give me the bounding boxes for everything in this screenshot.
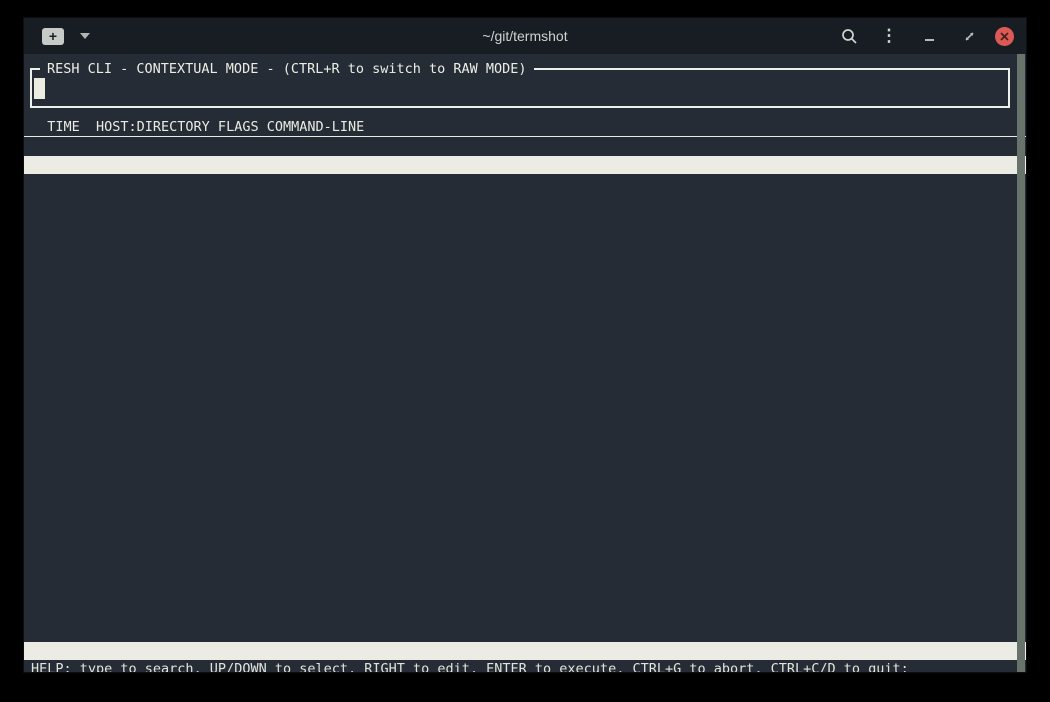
minimize-button[interactable] (909, 18, 949, 54)
history-row[interactable]: 3 days~/git/termshotGrm xterm-mockup-bw-… (24, 246, 1026, 264)
history-row[interactable]: 7 days~/git/termshotGclear (24, 480, 1026, 498)
history-row[interactable]: 3 days~/git/termshotGmv ~/xterm.2020.05.… (24, 264, 1026, 282)
history-row[interactable]: 3 days~/git/termshotGmv ~/xterm.2020.05.… (24, 318, 1026, 336)
history-row[interactable]: 3 days~/git/termshotGmv ~/xterm.2020.05.… (24, 444, 1026, 462)
history-row[interactable]: 3 days~/git/termshotGmv ~/xterm.2020.05.… (24, 300, 1026, 318)
close-icon (1000, 32, 1009, 41)
status-bar: 2020-05-08 00:34:56tower:~/git/termshotf… (24, 642, 1026, 660)
new-tab-button[interactable]: + (42, 28, 64, 45)
text-cursor (34, 78, 45, 99)
history-row[interactable]: 3 days~/git/termshotGcd (24, 138, 1026, 156)
history-row[interactable]: 3 days~/git/termshotGrm xterm-mockup-bw-… (24, 390, 1026, 408)
search-icon (841, 28, 858, 45)
history-row[interactable]: 3 days~/git/termshotGls (24, 228, 1026, 246)
history-row[interactable]: 3 days~/git/termshotGmv ~/xterm.2020.05.… (24, 354, 1026, 372)
restore-button[interactable] (949, 18, 989, 54)
history-list: 3 days~/git/termshotGcd 3 days~/git/term… (24, 138, 1026, 642)
resh-mode-title: RESH CLI - CONTEXTUAL MODE - (CTRL+R to … (40, 61, 534, 78)
history-row[interactable]: 7 days~/git/termshotGmv ~/xterm.2020.05.… (24, 588, 1026, 606)
history-row[interactable]: 3 days~/git/termshotGinkscape xterm-wire… (24, 282, 1026, 300)
help-line: HELP: type to search, UP/DOWN to select,… (24, 660, 1026, 672)
terminal-screen[interactable]: RESH CLI - CONTEXTUAL MODE - (CTRL+R to … (24, 54, 1026, 672)
history-row[interactable]: 3 days~/git/termshotGmv ~/xterm.2020.05.… (24, 210, 1026, 228)
history-row[interactable]: 6 days~/git/termshotGcd .. (24, 462, 1026, 480)
history-row[interactable]: 7 days~/git/termshotGtime date (24, 498, 1026, 516)
minimize-icon (925, 39, 934, 41)
restore-icon (964, 31, 975, 42)
chevron-down-icon[interactable] (80, 33, 90, 39)
history-row[interactable]: 3 days~/git/termshotGinkscape xterm-mock… (24, 426, 1026, 444)
history-row[interactable]: 3 days~/git/termshotGinkscape xterm-wire… (24, 192, 1026, 210)
search-button[interactable] (829, 18, 869, 54)
close-button[interactable] (995, 27, 1014, 46)
history-table-header: TIME HOST:DIRECTORY FLAGS COMMAND-LINE (24, 118, 1026, 137)
history-row[interactable]: 7 days~/git/termshotGmv ~/xterm.2020.05.… (24, 624, 1026, 642)
history-row[interactable]: 3 days~/git/termshotGmv ~/xterm.2020.05.… (24, 336, 1026, 354)
history-row[interactable]: 7 days~/git/termshotGtime echo something (24, 552, 1026, 570)
history-row[interactable]: 7 days~/git/termshotGtime echo something… (24, 534, 1026, 552)
history-row[interactable]: 3 days~/git/termshotGmv ~/xterm.2020.05.… (24, 372, 1026, 390)
terminal-window: + ~/git/termshot ⋮ (24, 18, 1026, 672)
history-row[interactable]: 3 days~/git/termshotGinkscape xterm-mock… (24, 408, 1026, 426)
search-input-box[interactable]: RESH CLI - CONTEXTUAL MODE - (CTRL+R to … (30, 68, 1010, 108)
history-row[interactable]: 3 days~/git/termshotGfh() {; eval $( ([ … (24, 174, 1026, 192)
kebab-menu-icon: ⋮ (881, 26, 898, 46)
history-row[interactable]: 7 days~/git/termshotGbash (24, 570, 1026, 588)
history-row[interactable]: 3 days~/git/termshotGfh (24, 156, 1026, 174)
history-row[interactable]: 7 days~/git/termshotGmv ~/xterm.2020.05.… (24, 606, 1026, 624)
menu-button[interactable]: ⋮ (869, 18, 909, 54)
history-row[interactable]: 7 days~/git/termshotGtime x=1 (24, 516, 1026, 534)
titlebar: + ~/git/termshot ⋮ (24, 18, 1026, 54)
new-tab-plus-icon: + (49, 29, 57, 43)
scrollbar[interactable] (1017, 54, 1025, 672)
